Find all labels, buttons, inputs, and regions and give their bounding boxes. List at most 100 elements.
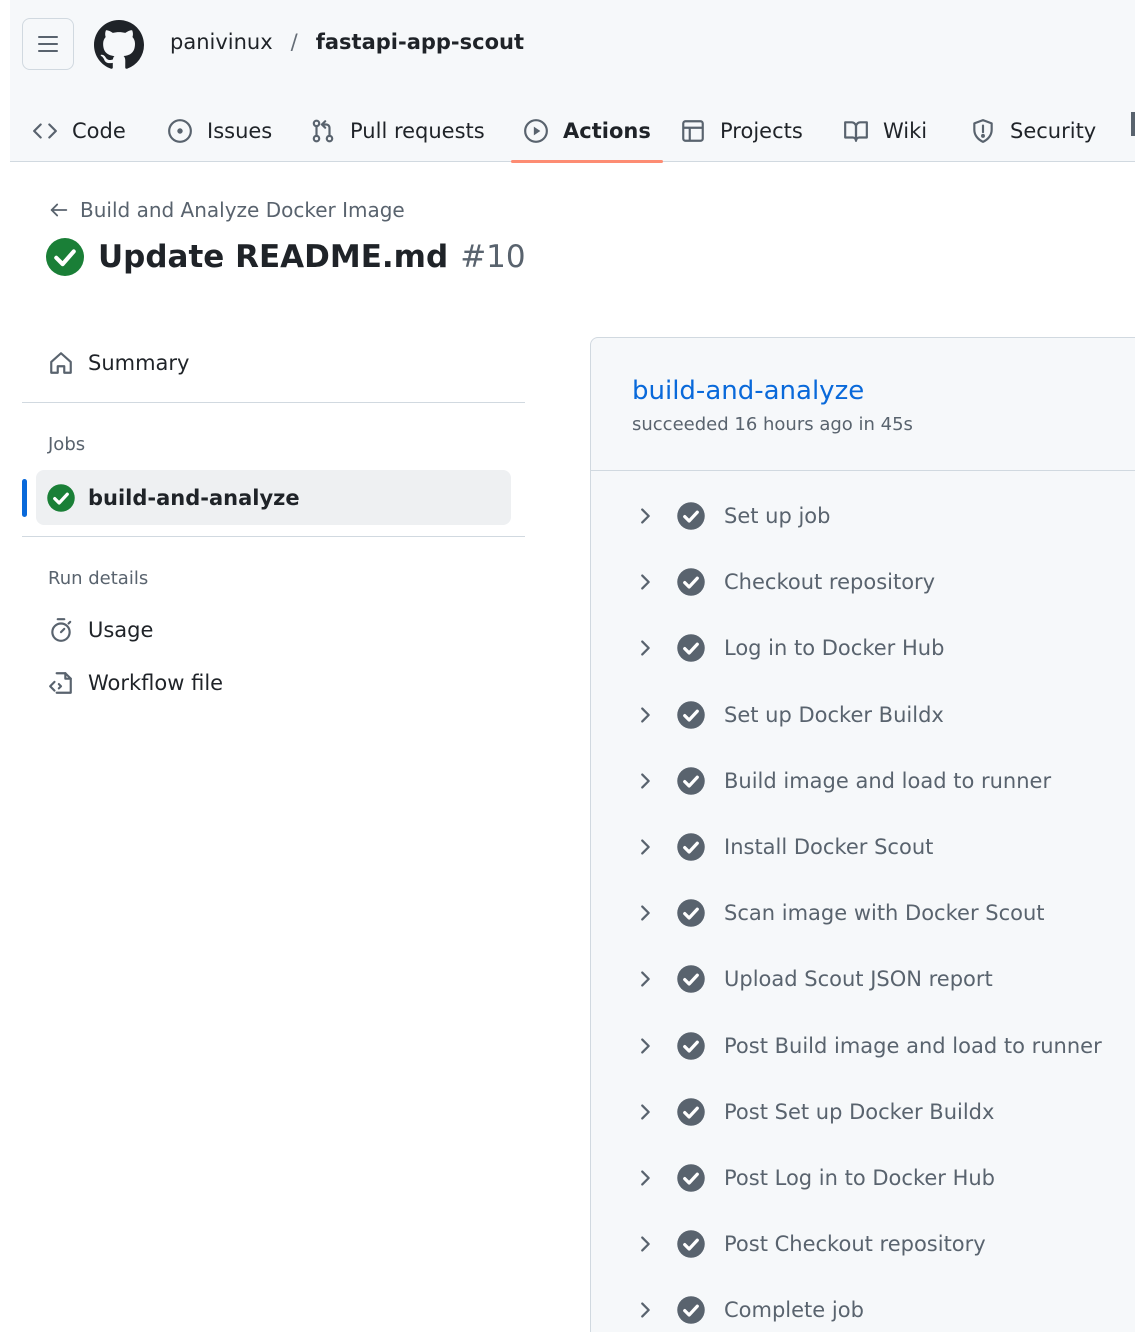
job-panel-header: build-and-analyze succeeded 16 hours ago… [591, 338, 1135, 471]
sidebar-item-build-and-analyze[interactable]: build-and-analyze [36, 470, 511, 525]
chevron-right-icon [641, 839, 650, 855]
step-row[interactable]: Scan image with Docker Scout [591, 880, 1135, 946]
chevron-right-icon [641, 1038, 650, 1054]
back-to-workflow-link[interactable]: Build and Analyze Docker Image [48, 198, 405, 222]
step-row[interactable]: Upload Scout JSON report [591, 946, 1135, 1012]
code-icon [33, 123, 57, 139]
sidebar-divider [22, 402, 525, 403]
job-name-link[interactable]: build-and-analyze [632, 376, 864, 406]
repo-owner-link[interactable]: panivinux [170, 30, 273, 54]
summary-label: Summary [88, 351, 190, 375]
step-success-icon [677, 899, 705, 927]
step-label: Scan image with Docker Scout [724, 901, 1045, 926]
step-row[interactable]: Complete job [591, 1277, 1135, 1332]
step-success-icon [677, 1031, 705, 1060]
repo-nav-tabs: Code Issues Pull requests Actions Projec… [10, 100, 1135, 163]
step-label: Post Set up Docker Buildx [724, 1099, 995, 1124]
chevron-right-icon [641, 1170, 650, 1186]
tab-issues[interactable]: Issues [167, 100, 272, 162]
step-row[interactable]: Install Docker Scout [591, 814, 1135, 880]
tab-projects[interactable]: Projects [680, 100, 803, 162]
success-check-icon [46, 238, 84, 276]
workflow-file-label: Workflow file [88, 671, 224, 695]
sidebar-divider [22, 536, 525, 537]
step-label: Complete job [724, 1298, 864, 1323]
job-label: build-and-analyze [88, 485, 300, 510]
step-success-icon [677, 502, 705, 530]
step-success-icon [677, 1230, 705, 1258]
step-label: Set up Docker Buildx [724, 702, 944, 727]
step-row[interactable]: Post Build image and load to runner [591, 1013, 1135, 1079]
shield-icon [973, 119, 993, 143]
step-label: Checkout repository [724, 570, 936, 595]
home-icon [50, 352, 72, 374]
repo-breadcrumb: panivinux / fastapi-app-scout [170, 30, 524, 54]
step-row[interactable]: Post Checkout repository [591, 1211, 1135, 1277]
tab-security[interactable]: Security [970, 100, 1096, 162]
chevron-right-icon [641, 1104, 650, 1120]
step-row[interactable]: Post Set up Docker Buildx [591, 1079, 1135, 1145]
tab-wiki-label: Wiki [883, 119, 928, 143]
stopwatch-icon [51, 618, 72, 642]
tab-pull-requests[interactable]: Pull requests [310, 100, 485, 162]
chevron-right-icon [641, 640, 650, 657]
chevron-right-icon [641, 574, 650, 590]
tab-issues-label: Issues [207, 119, 273, 143]
tab-pull-requests-label: Pull requests [350, 119, 485, 143]
step-row[interactable]: Checkout repository [591, 549, 1135, 615]
step-success-icon [677, 767, 705, 795]
repo-name-link[interactable]: fastapi-app-scout [316, 30, 524, 54]
run-title: Update README.md [98, 239, 449, 275]
job-panel: build-and-analyze succeeded 16 hours ago… [590, 337, 1135, 1332]
chevron-right-icon [641, 905, 650, 921]
tab-code-label: Code [72, 119, 126, 143]
chevron-right-icon [641, 1302, 650, 1318]
step-row[interactable]: Build image and load to runner [591, 748, 1135, 814]
chevron-right-icon [641, 1236, 650, 1252]
issue-icon [168, 119, 192, 143]
sidebar-item-usage[interactable]: Usage [48, 617, 153, 643]
step-success-icon [677, 1296, 705, 1325]
job-steps-list: Set up job Checkout repository Log in to… [591, 483, 1135, 1332]
sidebar-item-workflow-file[interactable]: Workflow file [48, 670, 223, 696]
breadcrumb-separator: / [290, 30, 298, 54]
menu-button[interactable] [22, 18, 74, 70]
run-details-heading: Run details [48, 568, 149, 589]
step-success-icon [677, 833, 705, 861]
book-icon [844, 121, 868, 142]
step-row[interactable]: Set up job [591, 483, 1135, 549]
tab-actions[interactable]: Actions [511, 100, 663, 163]
step-label: Post Log in to Docker Hub [724, 1165, 996, 1190]
active-job-indicator [22, 479, 27, 517]
pull-request-icon [312, 119, 334, 143]
success-check-icon [47, 483, 75, 512]
step-success-icon [677, 1098, 705, 1126]
usage-label: Usage [88, 618, 154, 642]
github-logo-icon[interactable] [94, 20, 144, 70]
tab-code[interactable]: Code [32, 100, 126, 162]
chevron-right-icon [641, 707, 650, 723]
step-success-icon [677, 700, 705, 729]
app-header: panivinux / fastapi-app-scout Code Issue… [10, 0, 1135, 163]
step-success-icon [677, 1164, 705, 1192]
job-status-meta: succeeded 16 hours ago in 45s [632, 414, 913, 435]
table-icon [682, 120, 704, 142]
sidebar-item-summary[interactable]: Summary [48, 350, 189, 376]
hamburger-icon [38, 36, 58, 52]
file-code-icon [49, 672, 72, 694]
step-label: Set up job [724, 504, 831, 529]
step-row[interactable]: Post Log in to Docker Hub [591, 1145, 1135, 1211]
run-number: #10 [460, 239, 526, 275]
step-label: Upload Scout JSON report [724, 967, 993, 992]
step-label: Post Build image and load to runner [724, 1033, 1102, 1058]
chevron-right-icon [641, 773, 650, 789]
tab-wiki[interactable]: Wiki [843, 100, 927, 162]
step-label: Install Docker Scout [724, 835, 934, 860]
step-row[interactable]: Set up Docker Buildx [591, 682, 1135, 748]
arrow-left-icon [50, 203, 68, 217]
step-success-icon [677, 568, 705, 597]
workflow-name: Build and Analyze Docker Image [80, 198, 405, 222]
step-row[interactable]: Log in to Docker Hub [591, 615, 1135, 681]
tab-projects-label: Projects [720, 119, 803, 143]
page-title: Update README.md #10 [46, 238, 526, 276]
